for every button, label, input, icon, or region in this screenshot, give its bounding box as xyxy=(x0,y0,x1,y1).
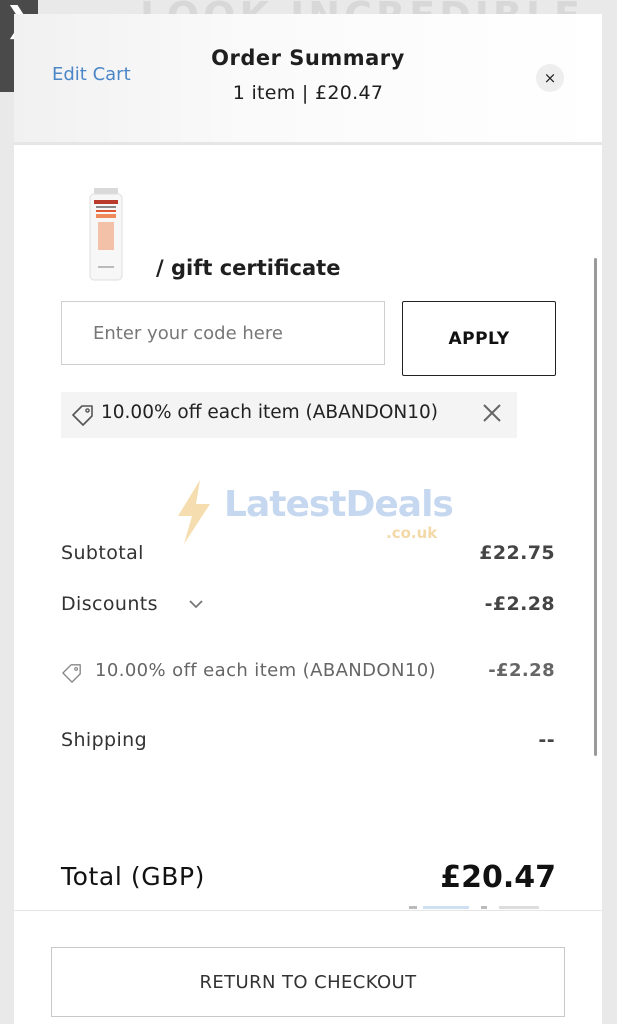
chevron-down-icon[interactable] xyxy=(189,599,203,609)
watermark-brand: LatestDeals xyxy=(224,484,454,525)
gift-certificate-label: / gift certificate xyxy=(156,256,341,280)
discounts-label: Discounts xyxy=(61,593,158,615)
discount-detail-label: 10.00% off each item (ABANDON10) xyxy=(95,660,436,681)
order-summary-panel: Edit Cart Order Summary 1 item | £20.47 … xyxy=(14,14,602,1024)
page-title: Order Summary xyxy=(211,46,405,70)
order-item-count-total: 1 item | £20.47 xyxy=(232,82,384,104)
scrollbar[interactable] xyxy=(594,258,597,756)
return-to-checkout-button[interactable]: RETURN TO CHECKOUT xyxy=(51,947,565,1017)
panel-footer: RETURN TO CHECKOUT xyxy=(14,910,602,1024)
total-label: Total (GBP) xyxy=(61,862,206,891)
latestdeals-watermark: LatestDeals .co.uk xyxy=(174,476,454,552)
panel-header: Edit Cart Order Summary 1 item | £20.47 … xyxy=(14,14,602,145)
close-icon: × xyxy=(543,69,557,87)
applied-discount-chip: 10.00% off each item (ABANDON10) xyxy=(61,392,517,438)
subtotal-label: Subtotal xyxy=(61,542,144,564)
product-thumbnail xyxy=(89,188,123,281)
shipping-value: -- xyxy=(538,729,555,751)
subtotal-value: £22.75 xyxy=(479,542,555,564)
discount-detail-value: -£2.28 xyxy=(488,660,555,681)
remove-discount-close-icon[interactable] xyxy=(480,401,504,425)
apply-button[interactable]: APPLY xyxy=(402,301,556,376)
applied-discount-text: 10.00% off each item (ABANDON10) xyxy=(101,402,439,423)
watermark-suffix: .co.uk xyxy=(386,524,438,542)
discounts-value: -£2.28 xyxy=(484,593,555,615)
shipping-label: Shipping xyxy=(61,729,148,751)
promo-code-input[interactable] xyxy=(61,301,385,365)
total-value: £20.47 xyxy=(440,860,556,895)
tag-icon xyxy=(62,664,81,683)
close-button[interactable]: × xyxy=(536,64,564,92)
lightning-icon xyxy=(178,480,210,544)
tag-icon xyxy=(72,405,93,426)
